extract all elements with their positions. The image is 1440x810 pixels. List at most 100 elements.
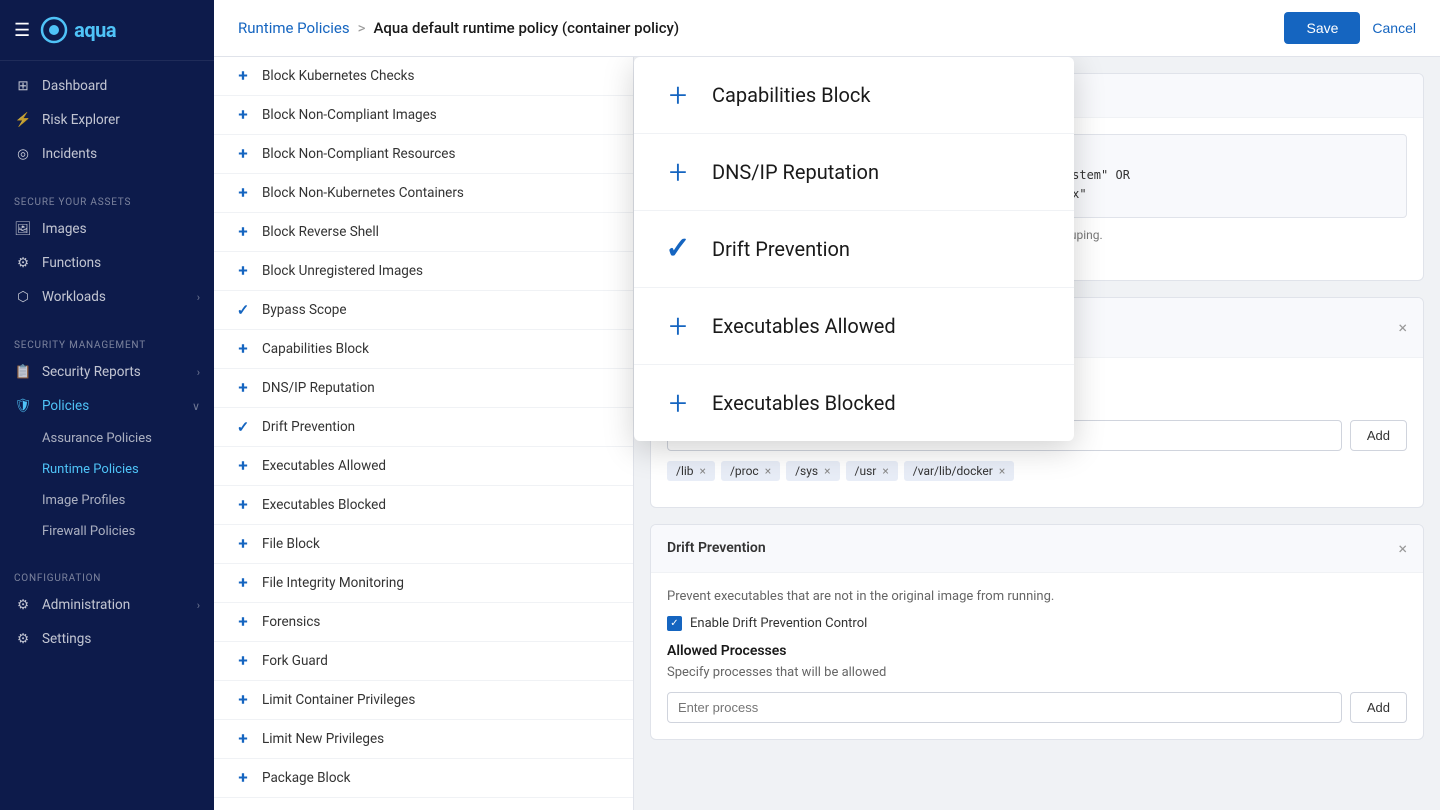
policy-list: + Block Kubernetes Checks + Block Non-Compl… [214,57,634,810]
policy-item-dns-ip-reputation[interactable]: +DNS/IP Reputation [214,369,633,408]
sidebar-sub-runtime-policies[interactable]: Runtime Policies [0,454,214,485]
sidebar-item-images[interactable]: 🖼 Images [0,212,214,246]
policy-item-limit-new-privileges[interactable]: +Limit New Privileges [214,720,633,759]
dropdown-item-executables-allowed[interactable]: +Executables Allowed [634,288,1074,365]
policy-item-file-block[interactable]: +File Block [214,525,633,564]
sidebar-item-functions[interactable]: ⚙ Functions [0,246,214,280]
sidebar-item-security-reports[interactable]: 📋 Security Reports › [0,355,214,389]
sidebar-item-dashboard[interactable]: ⊞ Dashboard [0,69,214,103]
sidebar: ☰ aqua ⊞ Dashboard ⚡ Risk Explorer ◎ Inc… [0,0,214,810]
plus-icon: + [234,340,252,358]
policy-item-label: Executables Blocked [262,497,386,513]
security-management-section: Security Management 📋 Security Reports ›… [0,322,214,555]
process-add-button[interactable]: Add [1350,692,1407,723]
policy-item-block-non-compliant-images[interactable]: + Block Non-Compliant Images [214,96,633,135]
sidebar-item-settings[interactable]: ⚙ Settings [0,622,214,656]
sidebar-sub-assurance-policies[interactable]: Assurance Policies [0,423,214,454]
plus-icon: + [234,691,252,709]
policy-item-port-block[interactable]: +Port Block [214,798,633,810]
admin-icon: ⚙ [14,597,32,613]
policy-dropdown: +Capabilities Block+DNS/IP Reputation✓Dr… [634,57,1074,441]
topbar: Runtime Policies > Aqua default runtime … [214,0,1440,57]
dropdown-item-label: Executables Allowed [712,314,896,338]
reports-icon: 📋 [14,364,32,380]
sidebar-sub-image-profiles[interactable]: Image Profiles [0,485,214,516]
vol-add-button[interactable]: Add [1350,420,1407,451]
dropdown-item-dns-ip-reputation[interactable]: +DNS/IP Reputation [634,134,1074,211]
policy-item-executables-blocked[interactable]: +Executables Blocked [214,486,633,525]
process-input-row: Add [667,692,1407,723]
policy-item-fork-guard[interactable]: +Fork Guard [214,642,633,681]
breadcrumb-link[interactable]: Runtime Policies [238,19,350,37]
sidebar-sub-firewall-policies[interactable]: Firewall Policies [0,516,214,547]
sidebar-item-administration[interactable]: ⚙ Administration › [0,588,214,622]
chevron-right-icon: › [197,599,200,612]
save-button[interactable]: Save [1284,12,1360,44]
policy-item-block-non-kubernetes-containers[interactable]: + Block Non-Kubernetes Containers [214,174,633,213]
plus-icon: + [234,262,252,280]
policy-item-forensics[interactable]: +Forensics [214,603,633,642]
policy-item-label: Capabilities Block [262,341,369,357]
tag-remove-button[interactable]: × [700,464,706,478]
drift-checkbox[interactable] [667,616,682,631]
dropdown-item-executables-blocked[interactable]: +Executables Blocked [634,365,1074,441]
tag--var-lib-docker: /var/lib/docker× [904,461,1014,481]
tag--lib: /lib× [667,461,715,481]
policy-item-bypass-scope[interactable]: ✓Bypass Scope [214,291,633,330]
policy-item-file-integrity-monitoring[interactable]: +File Integrity Monitoring [214,564,633,603]
policy-item-drift-prevention[interactable]: ✓Drift Prevention [214,408,633,447]
tags-row: /lib×/proc×/sys×/usr×/var/lib/docker× [667,461,1407,481]
card2-close-button[interactable]: × [1398,318,1407,337]
policy-item-label: DNS/IP Reputation [262,380,375,396]
incidents-icon: ◎ [14,146,32,162]
drift-checkbox-row[interactable]: Enable Drift Prevention Control [667,616,1407,631]
plus-big-icon: + [662,156,694,188]
sidebar-header: ☰ aqua [0,0,214,61]
sidebar-item-policies[interactable]: 🛡 Policies ∨ [0,389,214,423]
main-content: Runtime Policies > Aqua default runtime … [214,0,1440,810]
tag-remove-button[interactable]: × [824,464,830,478]
policy-item-limit-container-privileges[interactable]: +Limit Container Privileges [214,681,633,720]
menu-icon[interactable]: ☰ [14,20,30,41]
plus-icon: + [234,106,252,124]
policy-item-label: Block Non-Kubernetes Containers [262,185,464,201]
policy-item-block-reverse-shell[interactable]: +Block Reverse Shell [214,213,633,252]
plus-icon: + [234,769,252,787]
policy-item-block-kubernetes-checks[interactable]: + Block Kubernetes Checks [214,57,633,96]
policy-item-label: Block Non-Compliant Images [262,107,437,123]
risk-icon: ⚡ [14,112,32,128]
cancel-button[interactable]: Cancel [1372,20,1416,36]
allowed-processes-desc: Specify processes that will be allowed [667,665,1407,680]
policy-item-label: Fork Guard [262,653,328,669]
tag-remove-button[interactable]: × [882,464,888,478]
sidebar-item-risk-explorer[interactable]: ⚡ Risk Explorer [0,103,214,137]
policy-item-block-unregistered-images[interactable]: +Block Unregistered Images [214,252,633,291]
tag-remove-button[interactable]: × [765,464,771,478]
card3-close-button[interactable]: × [1398,539,1407,558]
sidebar-item-workloads[interactable]: ⬡ Workloads › [0,280,214,314]
card3-title: Drift Prevention [667,540,766,556]
plus-icon: + [234,145,252,163]
plus-icon: + [234,730,252,748]
policy-item-label: Block Kubernetes Checks [262,68,415,84]
plus-icon: + [234,67,252,85]
topbar-actions: Save Cancel [1284,12,1416,44]
sidebar-item-incidents[interactable]: ◎ Incidents [0,137,214,171]
plus-icon: + [234,184,252,202]
policies-icon: 🛡 [14,398,32,414]
dropdown-item-label: Drift Prevention [712,237,850,261]
tag--sys: /sys× [786,461,839,481]
config-section: Configuration ⚙ Administration › ⚙ Setti… [0,555,214,664]
check-icon: ✓ [234,418,252,436]
dropdown-item-drift-prevention[interactable]: ✓Drift Prevention [634,211,1074,288]
policy-item-label: Block Non-Compliant Resources [262,146,455,162]
policy-item-package-block[interactable]: +Package Block [214,759,633,798]
policy-item-block-non-compliant-resources[interactable]: + Block Non-Compliant Resources [214,135,633,174]
tag-remove-button[interactable]: × [999,464,1005,478]
dropdown-item-capabilities-block[interactable]: +Capabilities Block [634,57,1074,134]
process-input[interactable] [667,692,1342,723]
policy-item-executables-allowed[interactable]: +Executables Allowed [214,447,633,486]
plus-icon: + [234,574,252,592]
policy-item-label: Forensics [262,614,320,630]
policy-item-capabilities-block[interactable]: + Capabilities Block [214,330,633,369]
